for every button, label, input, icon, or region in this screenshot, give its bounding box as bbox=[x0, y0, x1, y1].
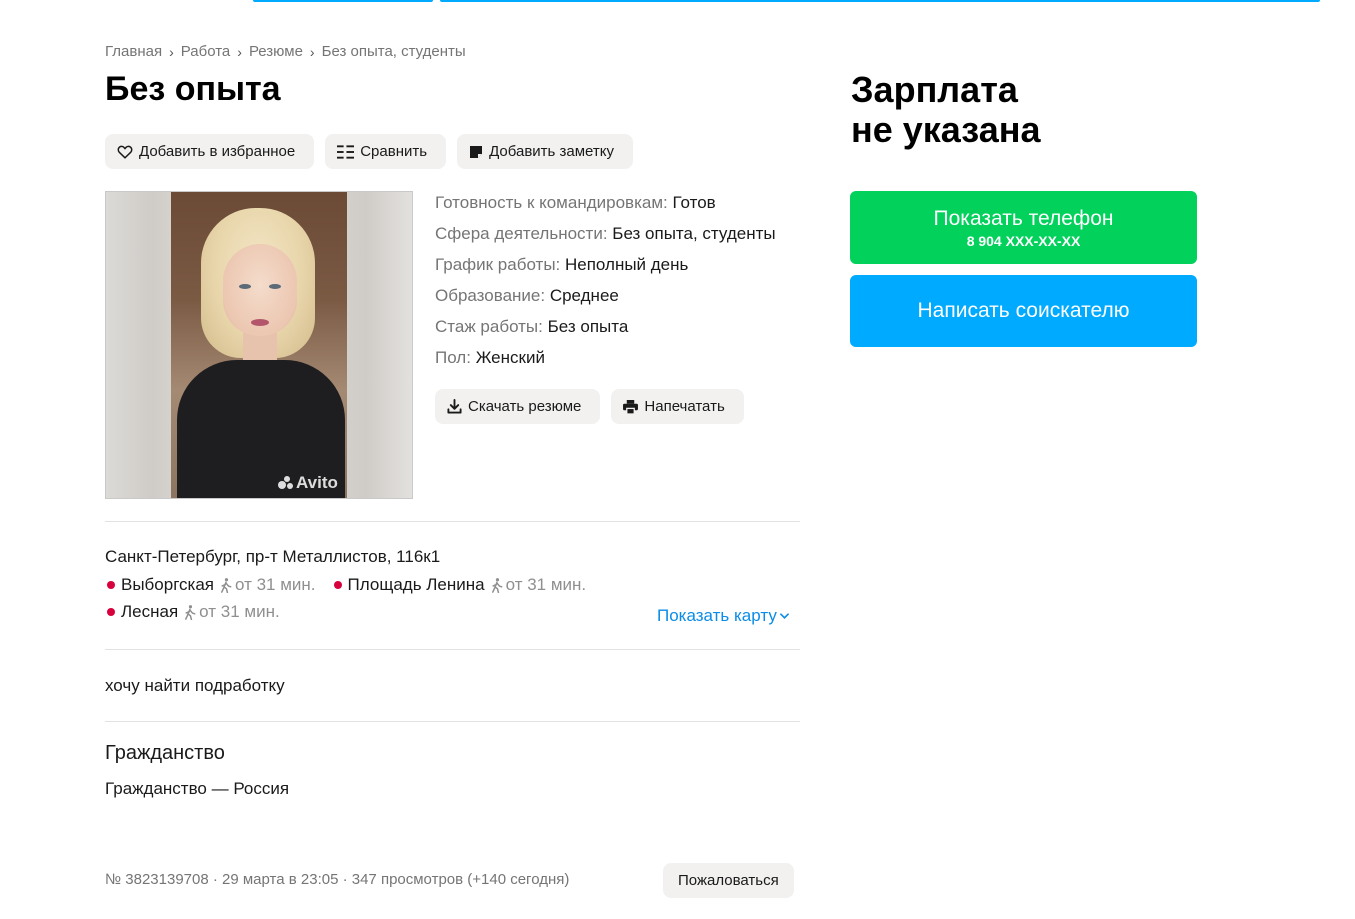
item-meta-info: № 3823139708 · 29 марта в 23:05 · 347 пр… bbox=[105, 871, 570, 888]
avito-watermark-text: Avito bbox=[296, 473, 338, 492]
param-value: Неполный день bbox=[565, 255, 689, 274]
resume-description: хочу найти подработку bbox=[105, 676, 285, 695]
print-button[interactable]: Напечатать bbox=[611, 389, 744, 424]
compare-icon bbox=[337, 144, 355, 159]
metro-row: Лесная от 31 мин. bbox=[105, 602, 296, 622]
param-experience: Стаж работы: Без опыта bbox=[435, 315, 776, 346]
chevron-down-icon bbox=[779, 613, 789, 619]
metro-line-dot bbox=[333, 581, 342, 589]
param-key: Стаж работы: bbox=[435, 317, 543, 336]
metro-station-name: Площадь Ленина bbox=[347, 575, 485, 594]
param-schedule: График работы: Неполный день bbox=[435, 253, 776, 284]
breadcrumb-resume[interactable]: Резюме bbox=[249, 43, 303, 60]
address: Санкт-Петербург, пр-т Металлистов, 116к1 bbox=[105, 547, 441, 566]
salary-line2: не указана bbox=[851, 109, 1041, 150]
param-value: Среднее bbox=[549, 286, 619, 305]
salary-line1: Зарплата bbox=[851, 69, 1018, 110]
compare-label: Сравнить bbox=[360, 143, 428, 160]
metro-walk-time: от 31 мин. bbox=[199, 602, 280, 621]
param-value: Без опыта bbox=[547, 317, 629, 336]
avito-watermark: Avito bbox=[278, 473, 338, 493]
section-divider bbox=[105, 721, 800, 722]
metro-station-name: Выборгская bbox=[121, 575, 215, 594]
param-business-trips: Готовность к командировкам: Готов bbox=[435, 191, 776, 222]
resume-actions: Скачать резюме Напечатать bbox=[435, 389, 744, 424]
resume-photo[interactable]: Avito bbox=[105, 191, 413, 499]
page-title: Без опыта bbox=[105, 70, 281, 108]
param-key: Образование: bbox=[435, 286, 546, 305]
printer-icon bbox=[623, 399, 639, 414]
breadcrumb-home[interactable]: Главная bbox=[105, 43, 162, 60]
top-tab-strip-right bbox=[440, 0, 1320, 2]
metro-station: Выборгская от 31 мин. bbox=[105, 575, 316, 595]
download-resume-button[interactable]: Скачать резюме bbox=[435, 389, 601, 424]
param-education: Образование: Среднее bbox=[435, 284, 776, 315]
item-actions: Добавить в избранное Сравнить Добавить з… bbox=[105, 134, 633, 169]
param-key: Сфера деятельности: bbox=[435, 224, 608, 243]
citizenship-heading: Гражданство bbox=[105, 742, 225, 764]
compare-button[interactable]: Сравнить bbox=[325, 134, 447, 169]
resume-params: Готовность к командировкам: Готов Сфера … bbox=[435, 191, 776, 377]
walking-icon bbox=[185, 604, 196, 620]
download-icon bbox=[447, 399, 462, 414]
walking-icon bbox=[221, 577, 232, 593]
metro-station: Площадь Ленина от 31 мин. bbox=[332, 575, 587, 595]
metro-walk-time: от 31 мин. bbox=[235, 575, 316, 594]
add-note-label: Добавить заметку bbox=[489, 143, 614, 160]
param-key: График работы: bbox=[435, 255, 561, 274]
breadcrumb-category[interactable]: Без опыта, студенты bbox=[322, 43, 466, 60]
breadcrumb-work[interactable]: Работа bbox=[181, 43, 231, 60]
param-gender: Пол: Женский bbox=[435, 346, 776, 377]
section-divider bbox=[105, 521, 800, 522]
param-value: Готов bbox=[672, 193, 716, 212]
print-label: Напечатать bbox=[644, 398, 725, 415]
avito-logo-icon bbox=[278, 476, 293, 490]
show-phone-button[interactable]: Показать телефон 8 904 XXX-XX-XX bbox=[850, 191, 1197, 264]
citizenship-value: Гражданство — Россия bbox=[105, 779, 290, 798]
show-phone-label: Показать телефон bbox=[933, 206, 1114, 230]
photo-image bbox=[171, 192, 347, 498]
breadcrumb: Главная › Работа › Резюме › Без опыта, с… bbox=[105, 43, 466, 60]
salary-heading: Зарплата не указана bbox=[851, 70, 1040, 150]
param-field: Сфера деятельности: Без опыта, студенты bbox=[435, 222, 776, 253]
param-key: Готовность к командировкам: bbox=[435, 193, 668, 212]
heart-icon bbox=[117, 145, 133, 159]
metro-station-name: Лесная bbox=[121, 602, 179, 621]
add-to-favorites-label: Добавить в избранное bbox=[139, 143, 296, 160]
add-to-favorites-button[interactable]: Добавить в избранное bbox=[105, 134, 315, 169]
show-map-label: Показать карту bbox=[657, 606, 777, 625]
metro-line-dot bbox=[107, 608, 115, 616]
param-value: Без опыта, студенты bbox=[612, 224, 776, 243]
metro-line-dot bbox=[107, 581, 115, 589]
download-resume-label: Скачать резюме bbox=[468, 398, 582, 415]
metro-row: Выборгская от 31 мин. Площадь Ленина от … bbox=[105, 575, 602, 595]
chevron-right-icon: › bbox=[237, 43, 242, 60]
chevron-right-icon: › bbox=[309, 43, 315, 60]
section-divider bbox=[105, 649, 800, 650]
write-to-candidate-button[interactable]: Написать соискателю bbox=[850, 275, 1197, 347]
add-note-button[interactable]: Добавить заметку bbox=[457, 134, 633, 169]
walking-icon bbox=[491, 577, 503, 593]
show-map-link[interactable]: Показать карту bbox=[657, 606, 789, 626]
metro-walk-time: от 31 мин. bbox=[505, 575, 587, 594]
masked-phone-number: 8 904 XXX-XX-XX bbox=[966, 232, 1081, 249]
metro-station: Лесная от 31 мин. bbox=[105, 602, 280, 622]
note-icon bbox=[470, 145, 483, 158]
param-key: Пол: bbox=[435, 348, 471, 367]
param-value: Женский bbox=[475, 348, 545, 367]
chevron-right-icon: › bbox=[169, 43, 174, 60]
top-tab-strip-left bbox=[253, 0, 433, 2]
complain-button[interactable]: Пожаловаться bbox=[663, 863, 794, 898]
